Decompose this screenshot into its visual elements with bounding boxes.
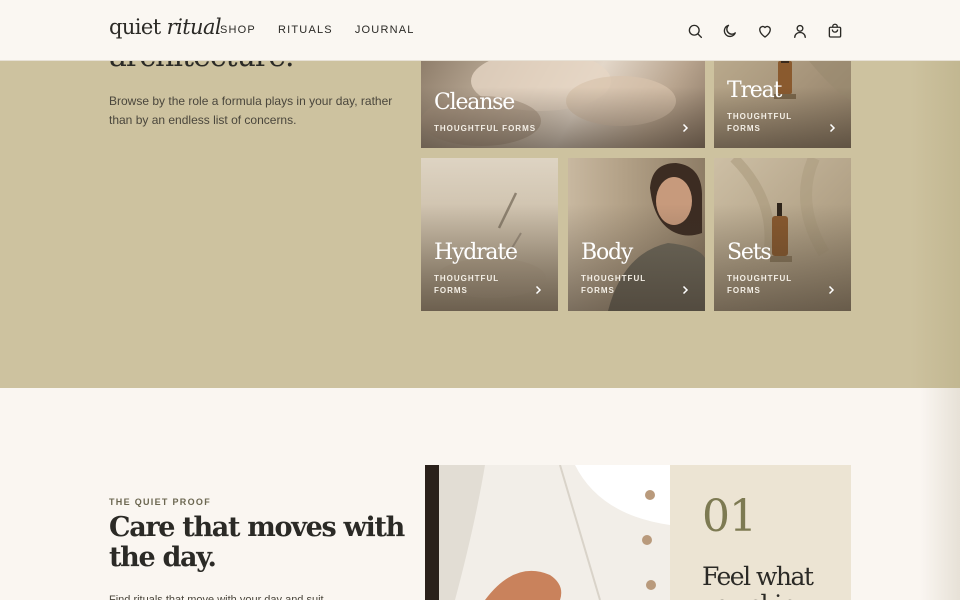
bag-icon[interactable] [826,22,844,40]
proof-eyebrow: THE QUIET PROOF [109,497,212,507]
shirt-image [425,465,670,600]
search-icon[interactable] [686,22,704,40]
moon-icon[interactable] [721,22,739,40]
tile-title: Treat [727,78,782,103]
tile-subtitle: THOUGHTFUL FORMS [727,274,792,295]
tile-subtitle: THOUGHTFUL FORMS [727,112,792,133]
nav-rituals[interactable]: RITUALS [278,24,333,36]
feature-number: 01 [702,491,757,542]
tile-subtitle: THOUGHTFUL FORMS [434,274,499,295]
tile-hydrate[interactable]: Hydrate THOUGHTFUL FORMS [421,158,558,311]
chevron-right-icon [535,285,542,295]
tile-cleanse[interactable]: Cleanse THOUGHTFUL FORMS [421,61,705,148]
main-nav: SHOP RITUALS JOURNAL [220,24,415,36]
tile-title: Body [581,240,633,265]
nav-journal[interactable]: JOURNAL [355,24,415,36]
user-icon[interactable] [791,22,809,40]
tile-title: Hydrate [434,240,518,265]
site-header: quiet ritual SHOP RITUALS JOURNAL [0,0,960,61]
brand-logo[interactable]: quiet ritual [109,15,222,39]
nav-shop[interactable]: SHOP [220,24,256,36]
chevron-right-icon [828,285,835,295]
brand-name-plain: quiet [109,15,167,39]
tile-title: Cleanse [434,90,515,115]
section-intro: Browse by the role a formula plays in yo… [109,94,393,127]
tile-title: Sets [727,240,772,265]
feature-title: Feel what you skin [702,562,814,600]
section-edge-shadow [920,388,960,600]
header-icons [686,22,844,40]
chevron-right-icon [829,123,836,133]
section-edge-shadow [910,61,960,388]
tile-body[interactable]: Body THOUGHTFUL FORMS [568,158,705,311]
heart-icon[interactable] [756,22,774,40]
chevron-right-icon [682,123,689,133]
proof-body: Find rituals that move with your day and… [109,594,324,600]
proof-title: Care that moves with the day. [109,512,405,573]
tile-subtitle: THOUGHTFUL FORMS [581,274,646,295]
tile-subtitle: THOUGHTFUL FORMS [434,124,537,133]
chevron-right-icon [682,285,689,295]
tile-treat[interactable]: Treat THOUGHTFUL FORMS [714,61,851,148]
tile-sets[interactable]: Sets THOUGHTFUL FORMS [714,158,851,311]
category-section: architecture. Browse by the role a formu… [0,39,960,388]
brand-name-italic: ritual [166,15,222,39]
shirt-photo [425,465,670,600]
feature-card: 01 Feel what you skin [670,465,851,600]
